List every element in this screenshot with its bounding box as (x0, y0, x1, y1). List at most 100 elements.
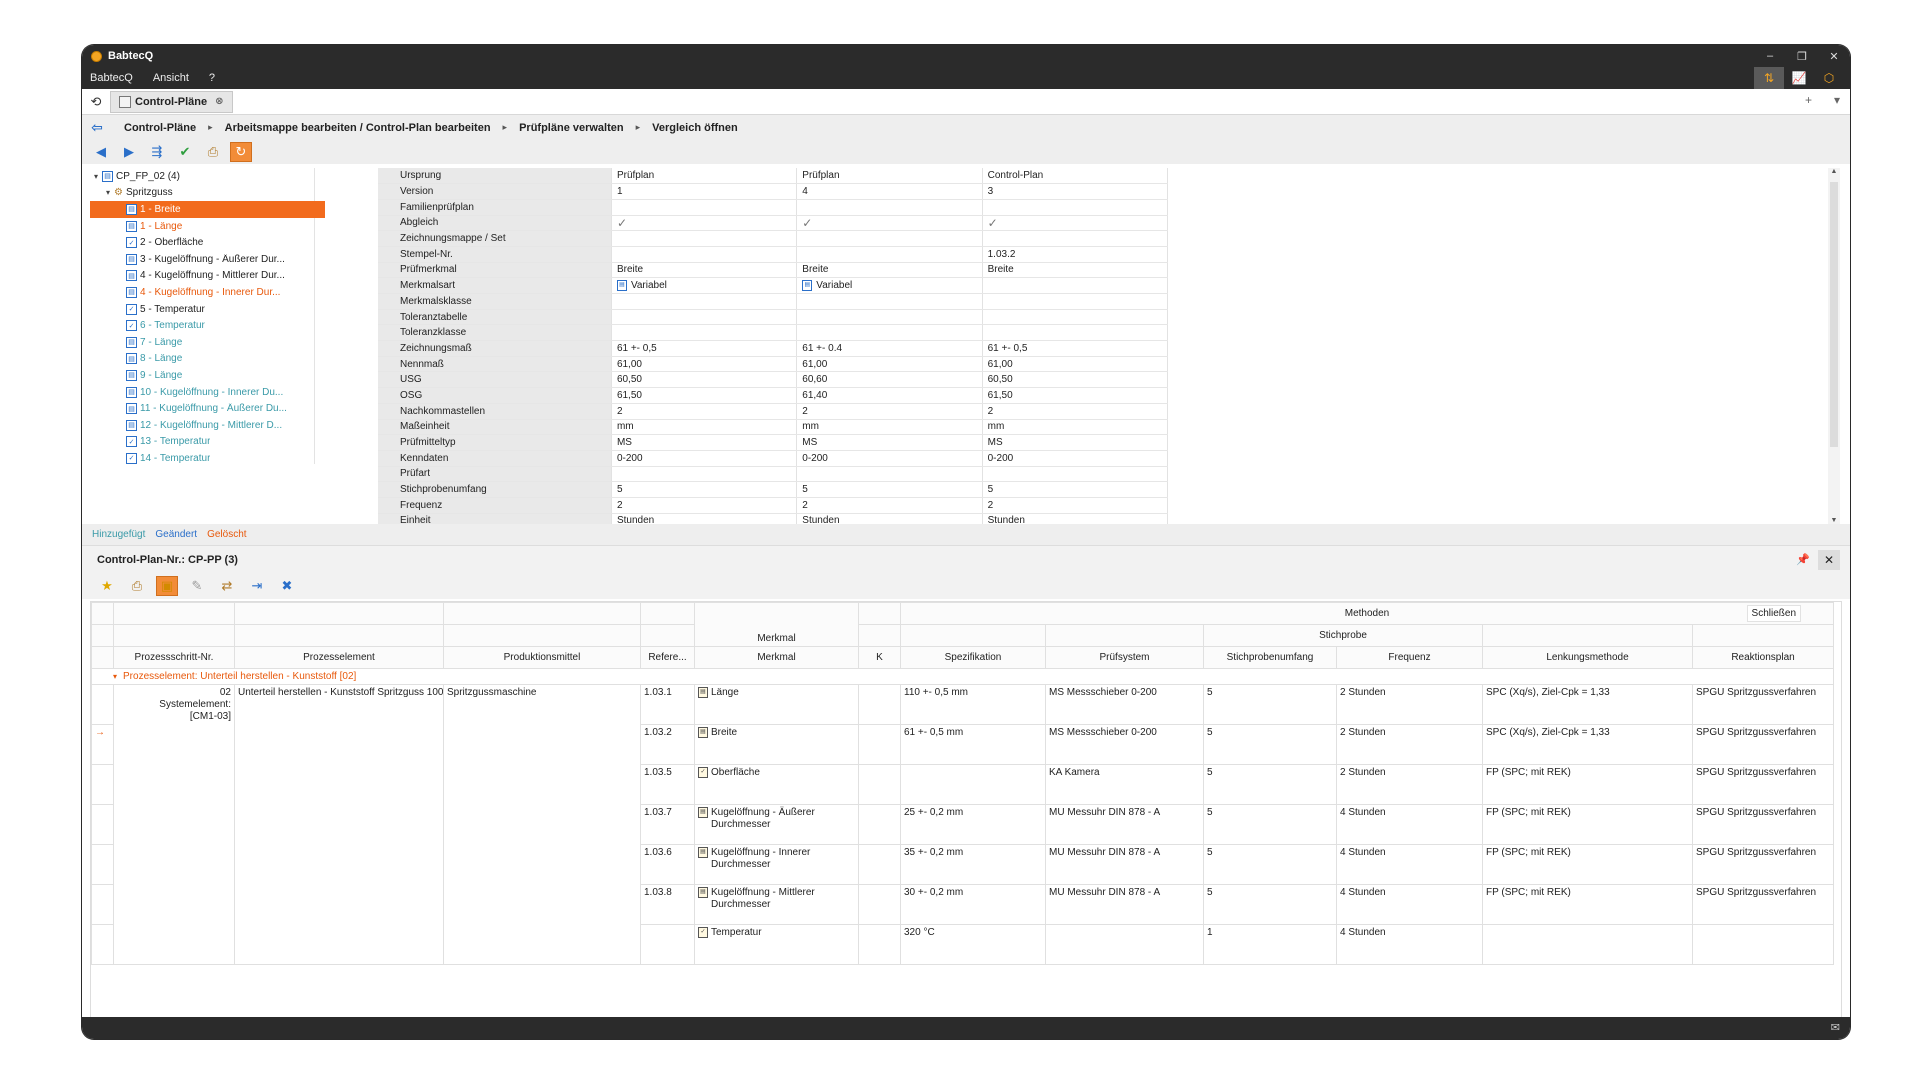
tree-item-label: 8 - Länge (140, 353, 183, 365)
tree-item[interactable]: ✓ 5 - Temperatur (90, 301, 314, 318)
control-method: SPC (Xq/s), Ziel-Cpk = 1,33 (1482, 684, 1693, 725)
previous-icon[interactable]: ◀ (90, 142, 112, 162)
close-button[interactable]: Schließen (1746, 605, 1801, 622)
compare-value (611, 309, 798, 326)
tree-item[interactable]: ✓ 2 - Oberfläche (90, 234, 314, 251)
column-header[interactable]: Prozessschritt-Nr. (113, 646, 235, 669)
tab-control-plaene[interactable]: Control-Pläne ⊗ (110, 90, 233, 113)
collapse-icon[interactable]: ▾ (90, 172, 102, 181)
column-header[interactable]: Spezifikation (900, 646, 1046, 669)
refresh-compare-icon[interactable]: ↻ (230, 142, 252, 162)
column-header[interactable]: Stichprobenumfang (1203, 646, 1337, 669)
back-arrow-icon[interactable]: ⇦ (82, 119, 112, 136)
breadcrumb-item-1[interactable]: Arbeitsmappe bearbeiten / Control-Plan b… (225, 122, 491, 134)
tree-item[interactable]: ▤ 3 - Kugelöffnung - Äußerer Dur... (90, 251, 314, 268)
restore-icon[interactable]: ❐ (1786, 45, 1818, 67)
tab-menu-icon[interactable]: ▾ (1834, 93, 1840, 107)
column-header[interactable]: Prüfsystem (1045, 646, 1204, 669)
chart-icon[interactable]: 📈 (1784, 67, 1814, 89)
tree-item[interactable]: ✓ 6 - Temperatur (90, 317, 314, 334)
row-marker (91, 684, 114, 725)
compare-value (796, 324, 983, 342)
control-plan-icon (119, 95, 131, 108)
home-icon[interactable]: ⟲ (82, 94, 110, 110)
tree-item[interactable]: ▤ 9 - Länge (90, 367, 314, 384)
specification: 25 +- 0,2 mm (900, 804, 1046, 845)
tree-item[interactable]: ✓ 13 - Temperatur (90, 434, 314, 451)
tree-group[interactable]: ▾ ⚙ Spritzguss (90, 185, 314, 202)
compare-value-text: 1 (616, 186, 623, 198)
next-icon[interactable]: ▶ (118, 142, 140, 162)
compare-scrollbar[interactable]: ▲ ▼ (1828, 168, 1840, 524)
document-icon[interactable]: ▣ (156, 576, 178, 596)
column-header[interactable]: Refere... (640, 646, 695, 669)
compare-value: 5 (796, 481, 983, 498)
add-tab-icon[interactable]: + (1805, 93, 1812, 107)
compare-value-text: mm (987, 421, 1005, 433)
compare-table: Ursprung Prüfplan Prüfplan Control-Plan Vers… (378, 168, 1468, 530)
status-bar: ✉ (82, 1017, 1850, 1039)
expand-icon[interactable]: ▾ (113, 672, 117, 681)
transfer-icon[interactable]: ⇶ (146, 142, 168, 162)
tree-item[interactable]: ▤ 8 - Länge (90, 351, 314, 368)
column-header[interactable]: Merkmal (694, 646, 859, 669)
compare-row: OSG 61,50 61,40 61,50 (378, 387, 1169, 404)
menu-babtecq[interactable]: BabtecQ (90, 72, 133, 84)
group-row[interactable]: ▾ Prozesselement: Unterteil herstellen - … (91, 668, 1835, 685)
scroll-thumb[interactable] (1830, 182, 1838, 447)
swap-icon[interactable]: ⇄ (216, 576, 238, 596)
tree-item[interactable]: ▤ 1 - Breite (90, 201, 325, 218)
menu-help[interactable]: ? (209, 72, 215, 84)
breadcrumb-item-2[interactable]: Prüfpläne verwalten (519, 122, 624, 134)
tree-item[interactable]: ▤ 4 - Kugelöffnung - Innerer Dur... (90, 284, 314, 301)
scroll-up-icon[interactable]: ▲ (1828, 168, 1840, 175)
compare-value (796, 293, 983, 310)
close-panel-icon[interactable]: ✕ (1818, 550, 1840, 570)
compare-value: 61,40 (796, 387, 983, 404)
compare-value: 5 (982, 481, 1169, 498)
compare-row: Zeichnungsmappe / Set (378, 230, 1169, 247)
close-icon[interactable]: ✕ (1818, 45, 1850, 67)
column-header[interactable]: K (858, 646, 901, 669)
compare-row: Stempel-Nr. 1.03.2 (378, 246, 1169, 263)
compare-row: Kenndaten 0-200 0-200 0-200 (378, 450, 1169, 467)
table-row[interactable]: 02 Systemelement: [CM1-03] Unterteil herste… (91, 684, 1835, 965)
tab-close-icon[interactable]: ⊗ (215, 96, 223, 107)
compare-value: ▤ Variabel (796, 277, 983, 294)
tree-root[interactable]: ▾ ▤ CP_FP_02 (4) (90, 168, 314, 185)
tree-item[interactable]: ▤ 1 - Länge (90, 218, 314, 235)
menu-ansicht[interactable]: Ansicht (153, 72, 189, 84)
reaction-plan: SPGU Spritzgussverfahren (1691, 804, 1835, 845)
column-header[interactable]: Produktionsmittel (443, 646, 641, 669)
tree-item[interactable]: ▤ 4 - Kugelöffnung - Mittlerer Dur... (90, 268, 314, 285)
tree-item[interactable]: ✓ 14 - Temperatur (90, 450, 314, 467)
pin-icon[interactable]: 📌 (1796, 553, 1810, 566)
collapse-icon[interactable]: ▾ (102, 188, 114, 197)
tree-item[interactable]: ▤ 7 - Länge (90, 334, 314, 351)
delete-document-icon[interactable]: ✖ (276, 576, 298, 596)
characteristic-icon: ▤ (126, 369, 137, 381)
compare-value-text: 61,00 (616, 358, 642, 370)
column-header[interactable]: Frequenz (1336, 646, 1483, 669)
column-header[interactable]: Prozesselement (234, 646, 444, 669)
tree-item[interactable]: ▤ 12 - Kugelöffnung - Mittlerer D... (90, 417, 314, 434)
breadcrumb-item-0[interactable]: Control-Pläne (124, 122, 196, 134)
compare-value: 61,00 (982, 356, 1169, 373)
star-icon[interactable]: ★ (96, 576, 118, 596)
tree-item[interactable]: ▤ 10 - Kugelöffnung - Innerer Du... (90, 384, 314, 401)
scroll-down-icon[interactable]: ▼ (1828, 517, 1840, 524)
hexagon-icon[interactable]: ⬡ (1814, 67, 1844, 89)
mail-icon[interactable]: ✉ (1831, 1021, 1840, 1034)
user-sort-icon[interactable]: ⇅ (1754, 67, 1784, 89)
export-icon[interactable]: ⇥ (246, 576, 268, 596)
breadcrumb-item-3[interactable]: Vergleich öffnen (652, 122, 738, 134)
tree-item-label: 2 - Oberfläche (140, 237, 204, 249)
accept-check-icon[interactable]: ✔ (174, 142, 196, 162)
print-icon[interactable]: ⎙ (202, 142, 224, 162)
minimize-icon[interactable]: – (1754, 45, 1786, 67)
column-header[interactable]: Lenkungsmethode (1482, 646, 1693, 669)
tree-item[interactable]: ▤ 11 - Kugelöffnung - Äußerer Du... (90, 400, 314, 417)
edit-icon[interactable]: ✎ (186, 576, 208, 596)
print-icon[interactable]: ⎙ (126, 576, 148, 596)
column-header[interactable]: Reaktionsplan (1691, 646, 1835, 669)
